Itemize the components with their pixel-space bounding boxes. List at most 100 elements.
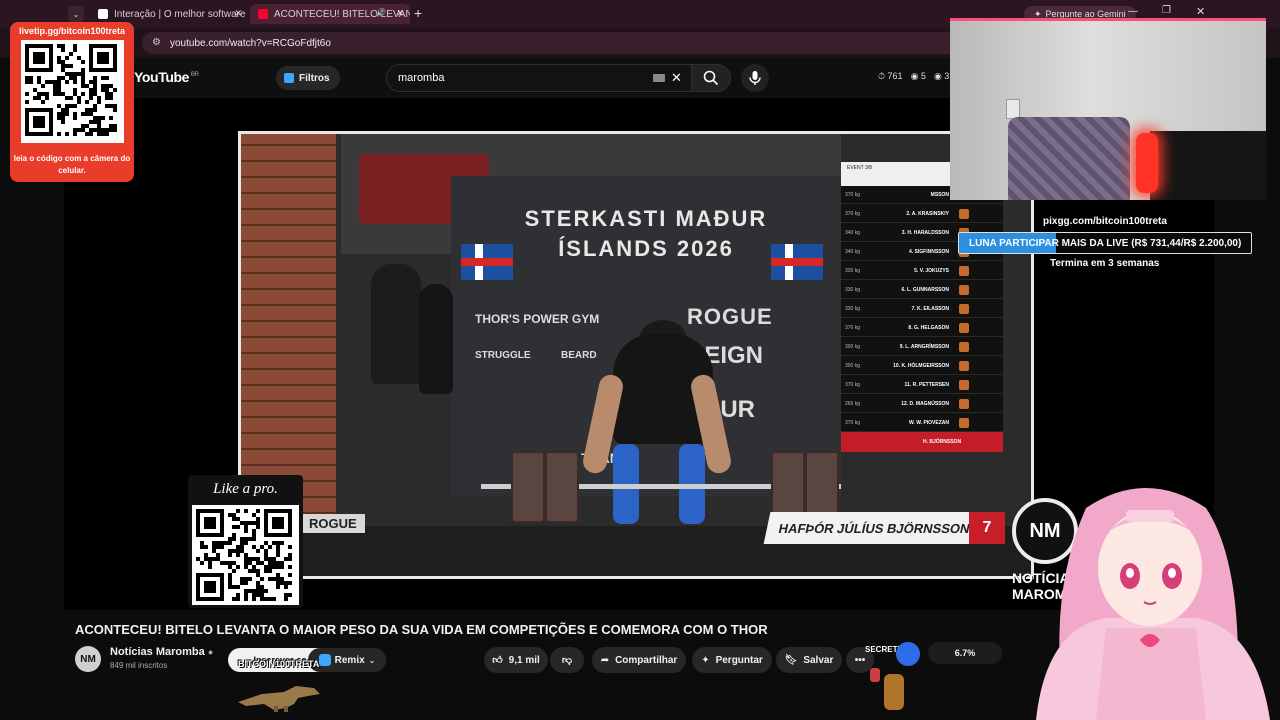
search-button[interactable] — [691, 64, 731, 92]
keyboard-icon[interactable] — [653, 74, 665, 82]
close-tab-icon[interactable]: ✕ — [396, 8, 404, 19]
webcam-blanket — [1008, 117, 1130, 200]
sparkle-icon: ✦ — [701, 654, 710, 666]
close-tab-icon[interactable]: ✕ — [234, 8, 242, 19]
leaderboard-athlete: 3. H. HARALDSSON — [901, 229, 949, 236]
voice-search-button[interactable] — [741, 64, 769, 92]
tab-youtube-active[interactable]: ACONTECEU! BITELO LEVAN 🔊 ✕ — [250, 4, 410, 24]
like-a-pro-qr-widget: Like a pro. — [188, 475, 303, 608]
pix-url: pixgg.com/bitcoin100treta — [1043, 216, 1167, 227]
remix-button[interactable]: Remix ⌄ — [308, 648, 386, 672]
leaderboard-weight: 330 kg — [845, 305, 861, 312]
donation-goal-bar: LUNA PARTICIPAR MAIS DA LIVE (R$ 731,44/… — [958, 232, 1252, 254]
livetip-qr-code — [21, 40, 124, 143]
channel-name[interactable]: Notícias Maromba ● — [110, 646, 213, 658]
leaderboard-row: 265 kg 12. D. MAGNÚSSON — [841, 395, 1003, 413]
dinosaur-sprite — [238, 686, 320, 712]
percentage-indicator: 6.7% — [928, 642, 1002, 664]
leaderboard-weight: 265 kg — [845, 400, 861, 407]
spectator — [419, 284, 453, 394]
leaderboard-athlete: 12. D. MAGNÚSSON — [901, 400, 949, 407]
donation-goal-text: LUNA PARTICIPAR MAIS DA LIVE (R$ 731,44/… — [969, 238, 1242, 249]
save-button[interactable]: 🔖︎ Salvar — [776, 647, 842, 673]
leaderboard-athlete: 7. K. EILASSON — [911, 305, 949, 312]
leaderboard-row: 370 kg 8. G. HELGASON — [841, 319, 1003, 337]
filters-button[interactable]: Filtros — [276, 66, 340, 90]
youtube-logo[interactable]: YouTube BR — [134, 69, 199, 85]
athlete-flag-icon — [959, 379, 969, 390]
leaderboard-row: 300 kg 9. L. ARNGRÍMSSON — [841, 338, 1003, 356]
ask-button[interactable]: ✦ Perguntar — [692, 647, 772, 673]
more-dots-icon: ••• — [854, 654, 866, 666]
leaderboard-row: 330 kg 7. K. EILASSON — [841, 300, 1003, 318]
clear-search-icon[interactable]: ✕ — [671, 70, 682, 86]
leaderboard-athlete: 9. L. ARNGRÍMSSON — [899, 343, 949, 350]
secret-king-avatar — [896, 642, 920, 666]
bitcoin-treta-overlay: BITCOIN100TRETA — [238, 659, 320, 669]
athlete-flag-icon — [959, 265, 969, 276]
athlete-flag-icon — [959, 208, 969, 219]
athlete-lower-third: HAFÞÓR JÚLÍUS BJÖRNSSON — [763, 512, 987, 544]
iceland-flag-right — [771, 244, 823, 280]
sponsor-rogue: ROGUE — [687, 304, 773, 329]
viewer-stats: ⏱ 761 ◉ 5 ◉ 3 — [878, 71, 949, 82]
leaderboard-weight: 370 kg — [845, 210, 861, 217]
tab-interacao[interactable]: Interação | O melhor software p ✕ — [90, 4, 248, 24]
livetip-qr-widget: livetip.gg/bitcoin100treta leia o código… — [10, 22, 134, 182]
microphone-icon — [749, 71, 761, 85]
banner-title-line1: STERKASTI MAÐUR — [524, 206, 768, 231]
sponsor-struggle: STRUGGLE — [475, 350, 531, 361]
channel-avatar[interactable]: NM — [75, 646, 101, 672]
chevron-down-icon: ⌄ — [368, 655, 376, 665]
leaderboard-row: 335 kg 5. V. JOKUZYS — [841, 262, 1003, 280]
filter-icon — [284, 73, 294, 83]
wall-outlet — [1006, 99, 1020, 119]
sponsor-beard: BEARD — [561, 350, 597, 361]
gear-icon — [98, 9, 108, 19]
leaderboard-weight: 330 kg — [845, 286, 861, 293]
livetip-url: livetip.gg/bitcoin100treta — [18, 26, 126, 36]
leaderboard-athlete: 8. G. HELGASON — [908, 324, 949, 331]
athlete-number: 7 — [969, 512, 1005, 544]
leaderboard-current-athlete: H. BJÖRNSSON — [841, 432, 1003, 452]
leaderboard-athlete: 11. R. PETTERSEN — [904, 381, 949, 388]
minimize-icon[interactable]: — — [1128, 6, 1138, 17]
weight-plate — [511, 451, 545, 523]
search-input[interactable]: maromba ✕ — [386, 64, 692, 92]
small-sprite — [870, 668, 880, 682]
athlete-flag-icon — [959, 417, 969, 428]
leaderboard-weight: 370 kg — [845, 381, 861, 388]
share-button[interactable]: ➦ Compartilhar — [592, 647, 686, 673]
eye2-stat: ◉ 3 — [933, 71, 950, 81]
athlete-flag-icon — [959, 360, 969, 371]
athlete-flag-icon — [959, 303, 969, 314]
search-icon — [703, 70, 719, 86]
speaker-icon[interactable]: 🔊 — [376, 8, 386, 17]
close-window-icon[interactable]: ✕ — [1196, 5, 1205, 18]
vtuber-avatar — [1036, 488, 1270, 720]
donation-goal-deadline: Termina em 3 semanas — [1050, 258, 1160, 269]
thumbs-down-icon: 👎︎ — [561, 655, 573, 666]
address-bar[interactable]: ⚙ youtube.com/watch?v=RCGoFdfjt6o — [142, 32, 962, 54]
viewers-stat: ⏱ 761 — [878, 71, 903, 81]
bookmark-icon: 🔖︎ — [784, 654, 798, 666]
like-button[interactable]: 👍︎ 9,1 mil — [484, 647, 548, 673]
leaderboard-weight: 370 kg — [845, 419, 861, 426]
character-sprite — [884, 674, 904, 710]
verified-icon: ● — [207, 647, 214, 657]
leaderboard-row: 370 kg 11. R. PETTERSEN — [841, 376, 1003, 394]
athlete-flag-icon — [959, 322, 969, 333]
leaderboard-row: 300 kg 10. K. HÓLMGEIRSSON — [841, 357, 1003, 375]
leaderboard-weight: 340 kg — [845, 248, 861, 255]
new-tab-icon[interactable]: + — [414, 5, 422, 21]
like-a-pro-text: Like a pro. — [213, 481, 278, 497]
leaderboard-athlete: 4. SIGFINNSSON — [908, 248, 949, 255]
thumbs-up-icon: 👍︎ — [492, 655, 503, 666]
dislike-button[interactable]: 👎︎ — [550, 647, 584, 673]
site-info-icon[interactable]: ⚙ — [152, 37, 161, 48]
tab-list-chevron-icon[interactable]: ⌄ — [68, 6, 84, 22]
video-frame[interactable]: STERKASTI MAÐUR ÍSLANDS 2026 THOR'S POWE… — [238, 131, 1034, 579]
athlete-flag-icon — [959, 398, 969, 409]
restore-icon[interactable]: ❐ — [1162, 5, 1171, 16]
leaderboard-weight: 370 kg — [845, 191, 861, 198]
